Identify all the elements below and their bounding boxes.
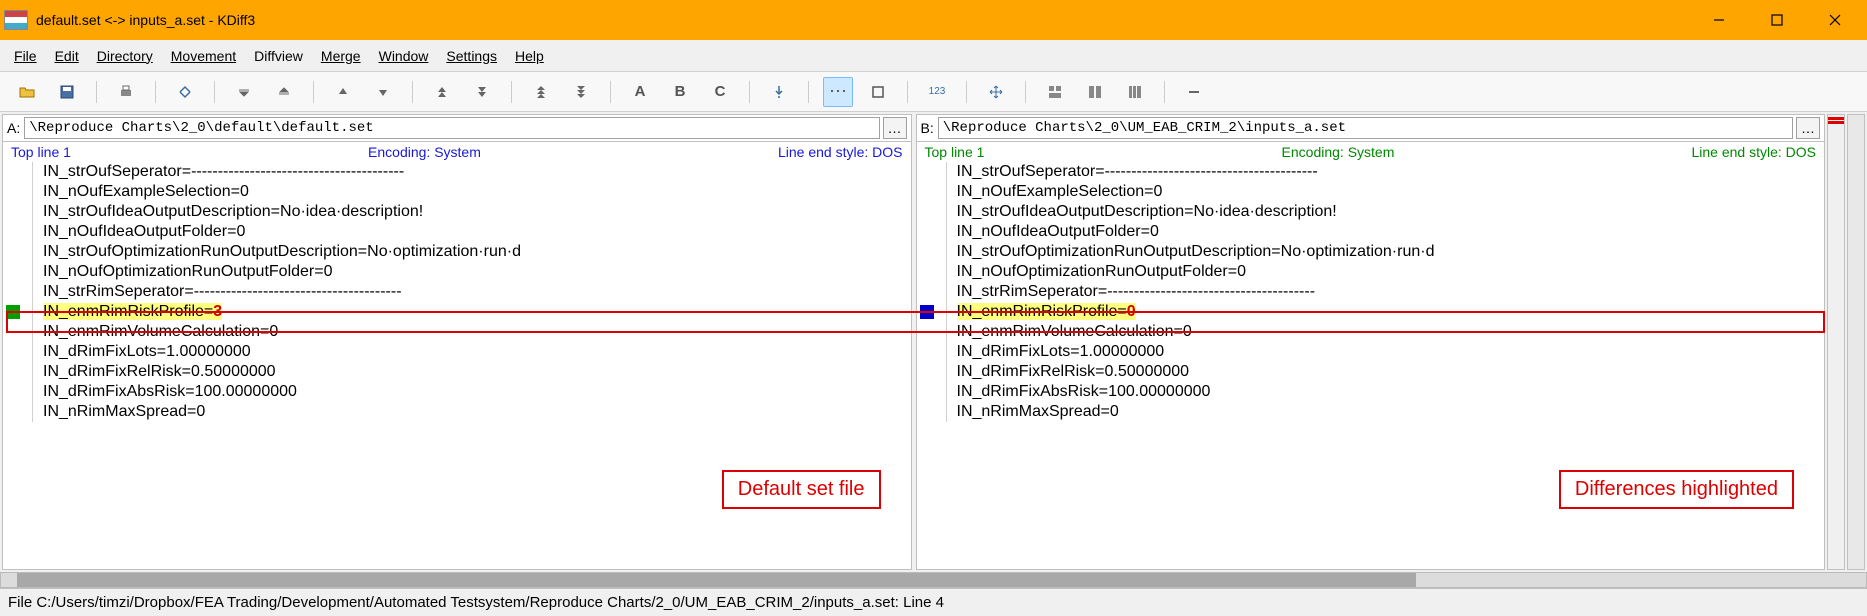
code-line: IN_strOufOptimizationRunOutputDescriptio… [917,242,1825,262]
show-whitespace-button[interactable]: ⋯ [823,77,853,107]
select-a-button[interactable]: A [625,77,655,107]
vertical-scrollbar[interactable] [1847,114,1865,570]
toolbar: A B C ⋯ 123 [0,72,1867,112]
code-line: IN_dRimFixAbsRisk=100.00000000 [3,382,911,402]
code-line: IN_enmRimVolumeCalculation=0 [3,322,911,342]
statusbar: File C:/Users/timzi/Dropbox/FEA Trading/… [0,588,1867,616]
close-button[interactable] [1807,2,1863,38]
horizontal-scrollbar[interactable] [0,572,1867,588]
pane-a-path-input[interactable] [24,117,879,139]
code-line: IN_strRimSeperator=---------------------… [917,282,1825,302]
code-line: IN_enmRimRiskProfile=0 [917,302,1825,322]
prev-diff-icon[interactable] [328,77,358,107]
toggle-split-icon[interactable] [863,77,893,107]
code-line: IN_strOufSeperator=---------------------… [917,162,1825,182]
pane-b-label: B: [921,120,934,136]
menubar: File Edit Directory Movement Diffview Me… [0,40,1867,72]
prev-conflict-icon[interactable] [427,77,457,107]
code-line: IN_strOufIdeaOutputDescription=No·idea·d… [3,202,911,222]
maximize-button[interactable] [1749,2,1805,38]
overview-strip[interactable] [1827,114,1845,570]
titlebar: default.set <-> inputs_a.set - KDiff3 [0,0,1867,40]
code-line: IN_enmRimRiskProfile=3 [3,302,911,322]
pane-b-encoding: Encoding: System [1282,144,1395,160]
annotation-differences: Differences highlighted [1559,470,1794,509]
code-line: IN_dRimFixLots=1.00000000 [3,342,911,362]
collapse-icon[interactable] [1179,77,1209,107]
layout1-icon[interactable] [1040,77,1070,107]
menu-diffview[interactable]: Diffview [246,44,311,68]
pane-b-lineend: Line end style: DOS [1691,144,1816,160]
line-numbers-button[interactable]: 123 [922,77,952,107]
code-line: IN_strOufSeperator=---------------------… [3,162,911,182]
auto-advance-icon[interactable] [764,77,794,107]
pane-a-browse-button[interactable]: … [883,117,907,139]
code-line: IN_dRimFixLots=1.00000000 [917,342,1825,362]
window-title: default.set <-> inputs_a.set - KDiff3 [36,12,1691,28]
code-line: IN_dRimFixAbsRisk=100.00000000 [917,382,1825,402]
code-line: IN_nOufIdeaOutputFolder=0 [917,222,1825,242]
pane-a-topline: Top line 1 [11,144,71,160]
pane-b: B: … Top line 1 Encoding: System Line en… [916,114,1826,570]
pane-a-label: A: [7,120,20,136]
goto-current-icon[interactable] [170,77,200,107]
menu-edit[interactable]: Edit [47,44,87,68]
pane-b-path-input[interactable] [938,117,1793,139]
pane-a: A: … Top line 1 Encoding: System Line en… [2,114,912,570]
pane-b-topline: Top line 1 [925,144,985,160]
first-diff-icon[interactable] [229,77,259,107]
code-line: IN_nOufIdeaOutputFolder=0 [3,222,911,242]
menu-movement[interactable]: Movement [163,44,244,68]
minimize-button[interactable] [1691,2,1747,38]
pane-b-browse-button[interactable]: … [1796,117,1820,139]
menu-help[interactable]: Help [507,44,552,68]
last-diff-icon[interactable] [269,77,299,107]
diff-panes: A: … Top line 1 Encoding: System Line en… [0,112,1867,572]
code-line: IN_strOufOptimizationRunOutputDescriptio… [3,242,911,262]
menu-merge[interactable]: Merge [313,44,369,68]
pane-a-encoding: Encoding: System [368,144,481,160]
code-line: IN_enmRimVolumeCalculation=0 [917,322,1825,342]
annotation-default-set: Default set file [722,470,881,509]
next-diff-icon[interactable] [368,77,398,107]
code-line: IN_nOufExampleSelection=0 [917,182,1825,202]
layout2-icon[interactable] [1080,77,1110,107]
open-icon[interactable] [12,77,42,107]
layout3-icon[interactable] [1120,77,1150,107]
move-icon[interactable] [981,77,1011,107]
code-line: IN_nRimMaxSpread=0 [3,402,911,422]
select-b-button[interactable]: B [665,77,695,107]
prev-unsolved-icon[interactable] [526,77,556,107]
select-c-button[interactable]: C [705,77,735,107]
code-line: IN_strRimSeperator=---------------------… [3,282,911,302]
save-icon[interactable] [52,77,82,107]
code-line: IN_nOufOptimizationRunOutputFolder=0 [917,262,1825,282]
code-line: IN_nRimMaxSpread=0 [917,402,1825,422]
menu-directory[interactable]: Directory [89,44,161,68]
code-line: IN_nOufExampleSelection=0 [3,182,911,202]
next-conflict-icon[interactable] [467,77,497,107]
menu-file[interactable]: File [6,44,45,68]
code-line: IN_nOufOptimizationRunOutputFolder=0 [3,262,911,282]
pane-a-lineend: Line end style: DOS [778,144,903,160]
menu-window[interactable]: Window [371,44,437,68]
code-line: IN_strOufIdeaOutputDescription=No·idea·d… [917,202,1825,222]
status-text: File C:/Users/timzi/Dropbox/FEA Trading/… [8,594,944,611]
print-icon[interactable] [111,77,141,107]
code-line: IN_dRimFixRelRisk=0.50000000 [3,362,911,382]
menu-settings[interactable]: Settings [438,44,505,68]
code-line: IN_dRimFixRelRisk=0.50000000 [917,362,1825,382]
app-icon [4,10,28,30]
next-unsolved-icon[interactable] [566,77,596,107]
